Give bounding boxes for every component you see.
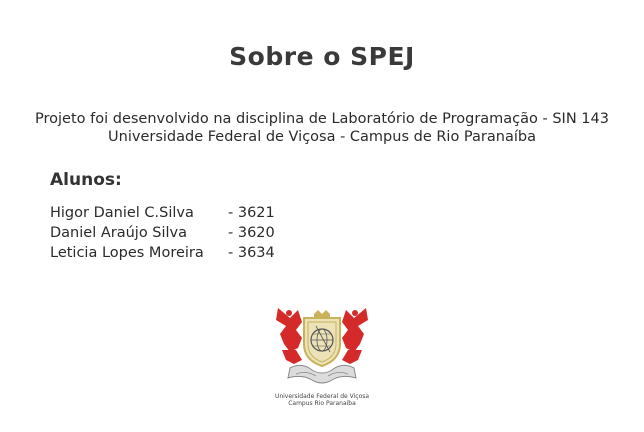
- page-title: Sobre o SPEJ: [229, 42, 415, 71]
- description-line-course: Projeto foi desenvolvido na disciplina d…: [35, 111, 609, 127]
- student-name: Daniel Araújo Silva: [50, 225, 188, 241]
- student-name: Higor Daniel C.Silva: [50, 205, 194, 221]
- student-row: Higor Daniel C.Silva - 3621: [50, 203, 275, 223]
- crest-caption: Universidade Federal de Viçosa Campus Ri…: [0, 393, 644, 407]
- ufv-crest-icon: [272, 304, 372, 390]
- crest-caption-campus: Campus Rio Paranaíba: [288, 400, 356, 407]
- description-line-university: Universidade Federal de Viçosa - Campus …: [108, 129, 536, 145]
- student-row: Daniel Araújo Silva - 3620: [50, 223, 275, 243]
- student-row: Leticia Lopes Moreira - 3634: [50, 243, 275, 263]
- student-name: Leticia Lopes Moreira: [50, 245, 204, 261]
- crest-caption-university: Universidade Federal de Viçosa: [274, 393, 370, 400]
- students-list: Higor Daniel C.Silva - 3621 Daniel Araúj…: [50, 203, 275, 263]
- student-id: - 3634: [228, 245, 275, 261]
- student-id: - 3620: [228, 225, 275, 241]
- students-heading: Alunos:: [50, 170, 122, 190]
- project-description: Projeto foi desenvolvido na disciplina d…: [0, 110, 644, 146]
- student-id: - 3621: [228, 205, 275, 221]
